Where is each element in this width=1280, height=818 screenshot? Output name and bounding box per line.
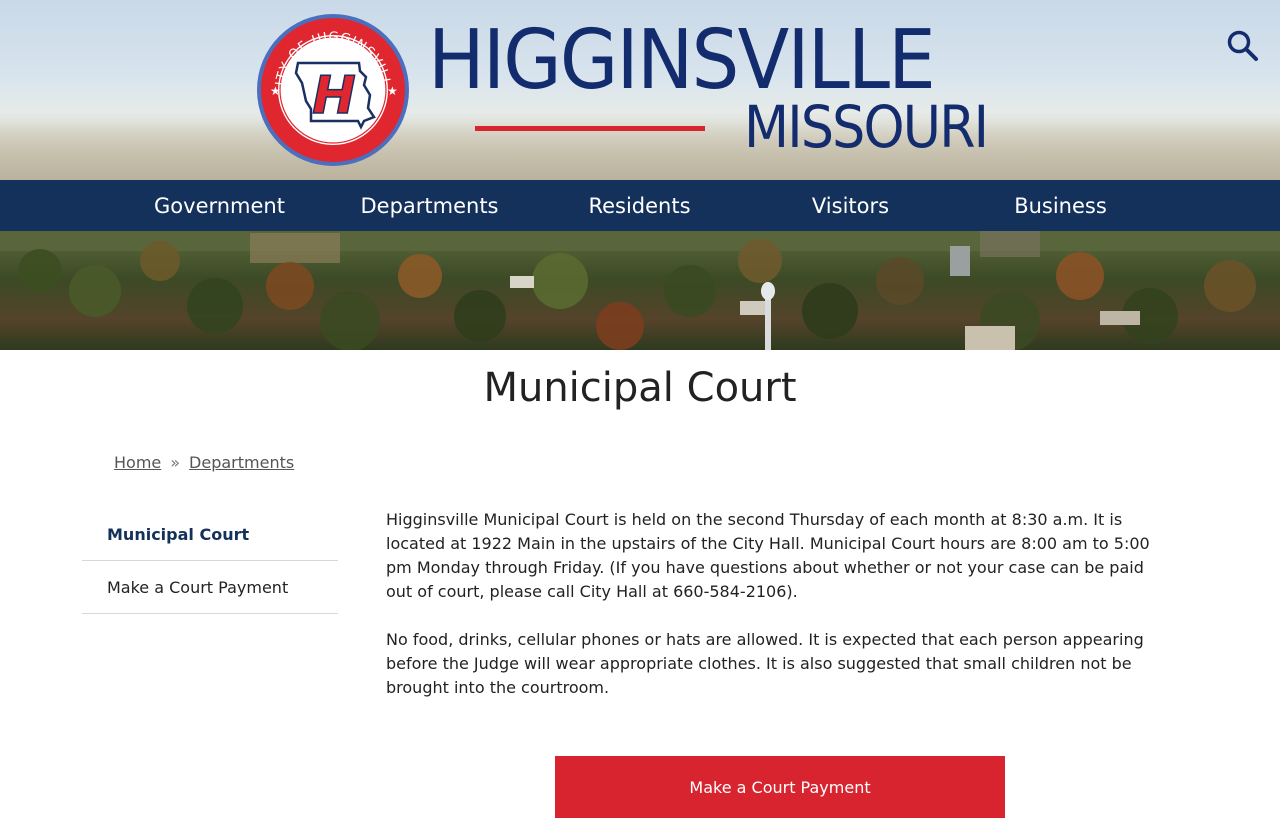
svg-text:★: ★	[270, 84, 281, 98]
main-content: Higginsville Municipal Court is held on …	[386, 508, 1166, 724]
make-court-payment-button[interactable]: Make a Court Payment	[555, 756, 1005, 818]
nav-item-business[interactable]: Business	[955, 180, 1166, 231]
nav-item-departments[interactable]: Departments	[324, 180, 535, 231]
page-title: Municipal Court	[483, 365, 797, 411]
svg-text:★: ★	[387, 84, 398, 98]
wordmark-divider	[475, 126, 705, 131]
main-navigation: Government Departments Residents Visitor…	[0, 180, 1280, 231]
sidebar-item-make-court-payment[interactable]: Make a Court Payment	[82, 561, 338, 614]
breadcrumb: Home » Departments	[114, 452, 294, 474]
breadcrumb-separator: »	[170, 453, 181, 472]
search-button[interactable]	[1224, 28, 1260, 64]
nav-item-visitors[interactable]: Visitors	[745, 180, 956, 231]
nav-item-residents[interactable]: Residents	[534, 180, 745, 231]
sidebar-item-municipal-court[interactable]: Municipal Court	[82, 508, 338, 561]
town-aerial-banner	[0, 231, 1280, 350]
seal-letter: H	[312, 66, 356, 126]
section-sidebar: Municipal Court Make a Court Payment	[82, 508, 338, 614]
nav-item-government[interactable]: Government	[114, 180, 325, 231]
state-name-wordmark: MISSOURI	[744, 93, 989, 161]
content-paragraph: No food, drinks, cellular phones or hats…	[386, 630, 1144, 697]
search-icon	[1227, 30, 1258, 61]
city-name-wordmark: HIGGINSVILLE	[428, 13, 936, 108]
breadcrumb-home-link[interactable]: Home	[114, 453, 161, 472]
city-seal-logo[interactable]: CITY OF HIGGINSVILLE ★ ★ H	[251, 2, 410, 167]
site-header: CITY OF HIGGINSVILLE ★ ★ H HIGGINSVILLE …	[0, 0, 1280, 180]
breadcrumb-departments-link[interactable]: Departments	[189, 453, 294, 472]
content-paragraph: Higginsville Municipal Court is held on …	[386, 510, 1150, 601]
